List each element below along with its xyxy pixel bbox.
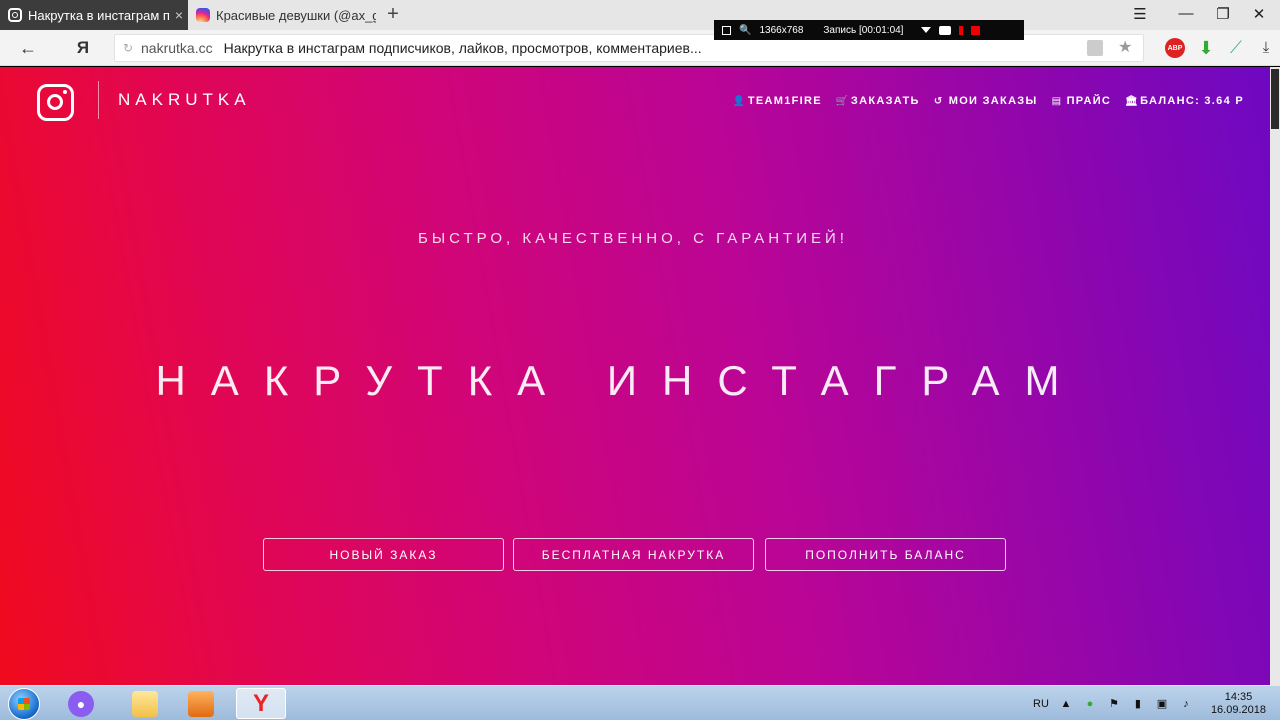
clock-time: 14:35 [1224, 690, 1253, 703]
tab-nakrutka[interactable]: Накрутка в инстаграм по × [0, 0, 188, 30]
recorder-resolution: 1366x768 [759, 24, 804, 36]
close-tab-icon[interactable]: × [170, 7, 188, 23]
new-tab-button[interactable]: + [383, 3, 403, 26]
instagram-favicon-icon [196, 8, 210, 22]
scrollbar[interactable] [1270, 67, 1280, 685]
taskbar-yandex-browser[interactable]: Y [236, 688, 286, 719]
start-button[interactable] [8, 688, 40, 720]
camera-icon[interactable] [939, 25, 952, 35]
logo-divider [98, 81, 99, 119]
tab-bar: Накрутка в инстаграм по × Красивые девуш… [0, 0, 1280, 30]
pause-icon[interactable] [959, 25, 964, 35]
url-page-title: Накрутка в инстаграм подписчиков, лайков… [223, 40, 702, 56]
clock[interactable]: 14:35 16.09.2018 [1211, 691, 1266, 717]
close-window-icon[interactable]: ✕ [1247, 5, 1271, 23]
bank-icon: 🏛 [1125, 95, 1140, 107]
nav-balance[interactable]: 🏛 БАЛАНС: 3.64 Р [1125, 95, 1244, 107]
scroll-thumb[interactable] [1271, 69, 1279, 129]
history-icon: ↺ [933, 95, 944, 107]
new-order-button[interactable]: НОВЫЙ ЗАКАЗ [263, 538, 504, 571]
stop-icon[interactable] [971, 25, 981, 35]
window-icon[interactable] [722, 25, 731, 35]
folder-icon [132, 690, 158, 717]
nav-label: ПРАЙС [1066, 95, 1112, 107]
device-icon[interactable]: ▣ [1155, 697, 1169, 711]
adblock-icon[interactable]: ABP [1165, 38, 1185, 58]
language-indicator[interactable]: RU [1033, 698, 1049, 710]
system-tray: RU ▲ ● ⚑ ▮ ▣ ♪ 14:35 16.09.2018 [1033, 686, 1280, 720]
yandex-browser-icon: Y [252, 689, 269, 717]
microphone-icon: ● [68, 690, 94, 717]
minimize-icon[interactable]: — [1174, 5, 1198, 22]
instagram-favicon-icon [8, 8, 22, 22]
tab-title: Накрутка в инстаграм по [28, 7, 170, 23]
taskbar-explorer[interactable] [120, 688, 170, 719]
media-player-icon [188, 690, 214, 717]
hero-subtitle: БЫСТРО, КАЧЕСТВЕННО, С ГАРАНТИЕЙ! [418, 230, 848, 247]
page-hero: NAKRUTKA 👤 TEAM1FIRE 🛒 ЗАКАЗАТЬ ↺ МОИ ЗА… [0, 67, 1270, 685]
nav-label: TEAM1FIRE [747, 95, 822, 107]
downloads-icon[interactable]: ⤓ [1256, 38, 1276, 58]
list-icon: ▤ [1051, 95, 1063, 107]
restore-icon[interactable]: ❐ [1211, 5, 1235, 23]
tab-instagram-profile[interactable]: Красивые девушки (@ax_g [188, 0, 376, 30]
logo-text[interactable]: NAKRUTKA [118, 90, 251, 110]
yandex-button[interactable]: Я [72, 36, 94, 60]
network-icon[interactable]: ▮ [1131, 697, 1145, 711]
nav-label: БАЛАНС: 3.64 Р [1140, 95, 1244, 107]
volume-icon[interactable]: ♪ [1179, 697, 1193, 711]
download-extension-icon[interactable]: ⬇ [1196, 38, 1216, 58]
app-tray-icon[interactable]: ● [1083, 697, 1097, 711]
nav-user[interactable]: 👤 TEAM1FIRE [733, 95, 822, 107]
taskbar-media-player[interactable] [176, 688, 226, 719]
flag-icon[interactable]: ⚑ [1107, 697, 1121, 711]
nav-order[interactable]: 🛒 ЗАКАЗАТЬ [836, 95, 920, 107]
nav-price[interactable]: ▤ ПРАЙС [1052, 95, 1112, 107]
hero-title: НАКРУТКА ИНСТАГРАМ [155, 357, 1085, 404]
url-domain: nakrutka.cc [141, 40, 213, 56]
tab-title: Красивые девушки (@ax_g [216, 7, 376, 23]
user-icon: 👤 [732, 95, 747, 107]
top-up-balance-button[interactable]: ПОПОЛНИТЬ БАЛАНС [765, 538, 1006, 571]
dropdown-icon[interactable] [921, 27, 932, 33]
lock-icon[interactable] [1087, 40, 1103, 56]
recorder-status: Запись [00:01:04] [823, 24, 904, 36]
nav-label: ЗАКАЗАТЬ [850, 95, 920, 107]
show-hidden-icons-icon[interactable]: ▲ [1059, 697, 1073, 711]
nav-my-orders[interactable]: ↺ МОИ ЗАКАЗЫ [934, 95, 1038, 107]
reload-icon[interactable]: ↻ [115, 41, 141, 55]
taskbar-voice-assistant[interactable]: ● [56, 688, 106, 719]
main-nav: 👤 TEAM1FIRE 🛒 ЗАКАЗАТЬ ↺ МОИ ЗАКАЗЫ ▤ ПР… [733, 95, 1244, 107]
taskbar: ● Y RU ▲ ● ⚑ ▮ ▣ ♪ 14:35 16.09.2018 [0, 685, 1280, 720]
nav-label: МОИ ЗАКАЗЫ [948, 95, 1038, 107]
address-bar: ← Я ↻ nakrutka.cc Накрутка в инстаграм п… [0, 30, 1280, 66]
screen-recorder-bar: 🔍 1366x768 Запись [00:01:04] [714, 20, 1024, 40]
back-button[interactable]: ← [16, 36, 40, 60]
menu-icon[interactable]: ☰ [1128, 5, 1152, 23]
cart-icon: 🛒 [835, 95, 850, 107]
extension-icon[interactable]: ⟋ [1226, 38, 1246, 58]
star-icon[interactable]: ★ [1118, 37, 1132, 57]
clock-date: 16.09.2018 [1210, 703, 1266, 716]
free-boost-button[interactable]: БЕСПЛАТНАЯ НАКРУТКА [513, 538, 754, 571]
magnifier-icon[interactable]: 🔍 [739, 25, 751, 36]
instagram-logo-icon[interactable] [37, 84, 74, 121]
